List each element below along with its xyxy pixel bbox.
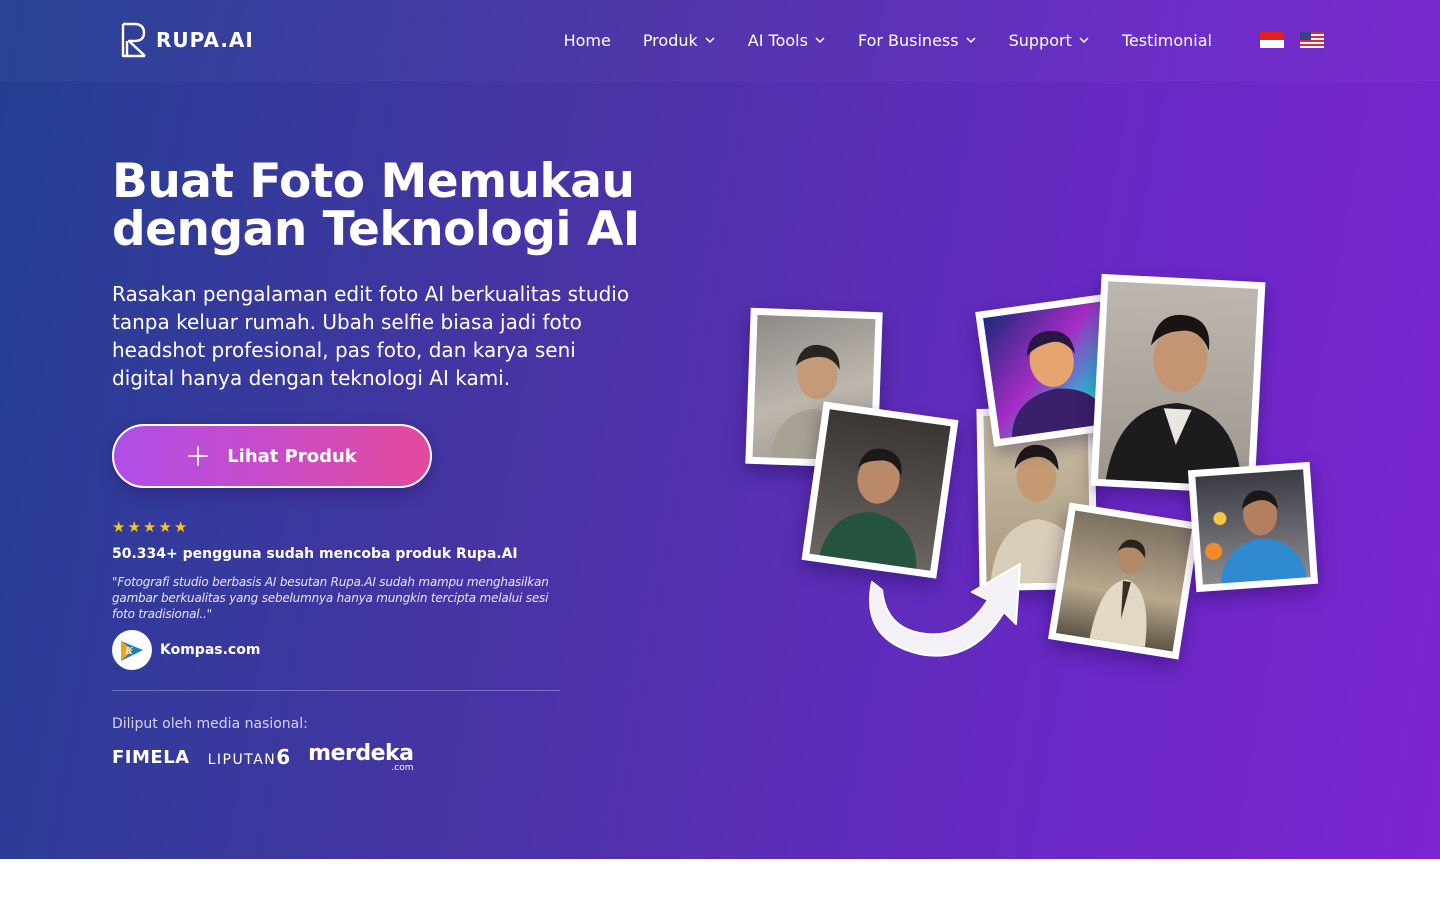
main-menu: Home Produk AI Tools For Business Suppor…	[564, 0, 1212, 80]
headline-line-2: dengan Teknologi AI	[112, 202, 640, 257]
star-icon: ★	[173, 518, 188, 536]
us-flag-icon[interactable]	[1300, 32, 1324, 48]
merdeka-suffix: .com	[391, 762, 414, 773]
star-icon: ★	[158, 518, 172, 536]
cta-label: Lihat Produk	[227, 445, 357, 467]
nav-produk[interactable]: Produk	[643, 31, 716, 50]
press-quote: "Fotografi studio berbasis AI besutan Ru…	[112, 575, 549, 621]
nav-testimonial-label: Testimonial	[1121, 30, 1212, 50]
media-coverage-label: Diliput oleh media nasional:	[112, 716, 308, 732]
chevron-down-icon	[1079, 37, 1089, 44]
nav-for-business[interactable]: For Business	[858, 31, 977, 50]
star-icon: ★	[142, 518, 157, 536]
plus-icon	[188, 446, 209, 466]
nav-for-business-label: For Business	[857, 30, 959, 50]
kompas-logo-icon: K	[112, 630, 152, 670]
liputan6-text: LIPUTAN	[207, 752, 277, 768]
outdoor-photo	[1187, 461, 1319, 593]
users-count-text: 50.334+ pengguna sudah mencoba produk Ru…	[112, 546, 518, 562]
nav-home[interactable]: Home	[564, 31, 611, 50]
brand-name: RUPA.AI	[156, 28, 254, 52]
headline-line-1: Buat Foto Memukau	[112, 154, 635, 209]
professional-headshot-photo	[1090, 273, 1266, 495]
vintage-photo	[1048, 502, 1200, 660]
media-logos: FIMELA LIPUTAN6 merdeka .com	[112, 741, 414, 773]
section-divider	[112, 690, 560, 691]
nav-ai-tools[interactable]: AI Tools	[748, 31, 826, 50]
nav-support-label: Support	[1008, 30, 1072, 50]
liputan6-logo: LIPUTAN6	[208, 745, 291, 769]
nav-ai-tools-label: AI Tools	[747, 30, 808, 50]
nav-produk-label: Produk	[642, 30, 698, 50]
top-navbar: RUPA.AI Home Produk AI Tools For Busines…	[0, 0, 1440, 80]
hero-subtitle: Rasakan pengalaman edit foto AI berkuali…	[112, 282, 630, 390]
nav-support[interactable]: Support	[1009, 31, 1090, 50]
nav-testimonial[interactable]: Testimonial	[1122, 31, 1212, 50]
merdeka-logo: merdeka .com	[308, 741, 414, 773]
nav-home-label: Home	[563, 30, 611, 50]
star-icon: ★	[127, 518, 141, 536]
indonesia-flag-icon[interactable]	[1260, 32, 1284, 48]
fimela-logo: FIMELA	[112, 746, 190, 768]
svg-text:K: K	[124, 645, 133, 657]
quote-source-name: Kompas.com	[160, 642, 261, 658]
photo-collage	[700, 250, 1360, 690]
brand-logo[interactable]: RUPA.AI	[120, 21, 254, 59]
chevron-down-icon	[966, 37, 976, 44]
chevron-down-icon	[815, 37, 825, 44]
chevron-down-icon	[705, 37, 715, 44]
hero-section: RUPA.AI Home Produk AI Tools For Busines…	[0, 0, 1440, 859]
quote-source: K Kompas.com	[112, 630, 260, 670]
star-icon: ★	[112, 518, 126, 536]
language-switcher	[1260, 32, 1324, 48]
hero-headline: Buat Foto Memukau dengan Teknologi AI	[112, 158, 672, 254]
liputan6-number: 6	[276, 745, 291, 769]
transform-arrow-icon	[869, 563, 1021, 657]
lihat-produk-button[interactable]: Lihat Produk	[112, 424, 432, 488]
rating-stars: ★ ★ ★ ★ ★	[112, 519, 187, 535]
rupa-logo-icon	[121, 22, 146, 58]
